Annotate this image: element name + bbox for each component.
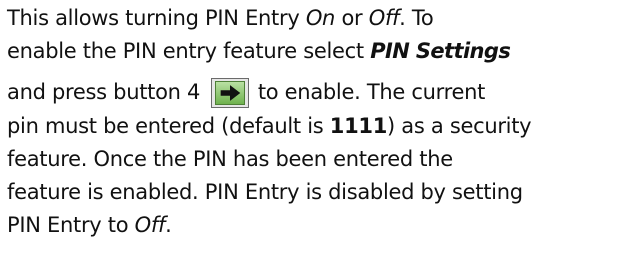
text-segment: PIN Entry to: [7, 213, 135, 237]
text-segment: .: [165, 213, 172, 237]
instruction-paragraph: This allows turning PIN Entry On or Off.…: [7, 2, 631, 242]
off-option-text: Off: [134, 213, 166, 237]
off-option-text: Off: [368, 6, 400, 30]
text-segment: . To: [399, 6, 434, 30]
paragraph-line-5: feature. Once the PIN has been entered t…: [7, 143, 631, 176]
pin-settings-menu-name: PIN Settings: [370, 39, 511, 63]
paragraph-line-4: pin must be entered (default is 1111) as…: [7, 110, 631, 143]
right-arrow-key-icon: [211, 78, 250, 108]
default-pin-value: 1111: [329, 114, 388, 138]
paragraph-line-2: enable the PIN entry feature select PIN …: [7, 35, 631, 68]
paragraph-line-7: PIN Entry to Off.: [7, 209, 631, 242]
text-segment: This allows turning PIN Entry: [7, 6, 306, 30]
text-segment: feature is enabled. PIN Entry is disable…: [7, 180, 523, 204]
text-segment: feature. Once the PIN has been entered t…: [7, 147, 453, 171]
on-option-text: On: [305, 6, 336, 30]
paragraph-line-3: and press button 4 to enable. The curren…: [7, 68, 631, 110]
text-segment: enable the PIN entry feature select: [7, 39, 371, 63]
text-segment: ) as a security: [387, 114, 532, 138]
text-segment: and press button 4: [7, 80, 207, 104]
text-segment: or: [335, 6, 369, 30]
text-segment: pin must be entered (default is: [7, 114, 330, 138]
paragraph-line-6: feature is enabled. PIN Entry is disable…: [7, 176, 631, 209]
paragraph-line-1: This allows turning PIN Entry On or Off.…: [7, 2, 631, 35]
text-segment: to enable. The current: [251, 80, 486, 104]
